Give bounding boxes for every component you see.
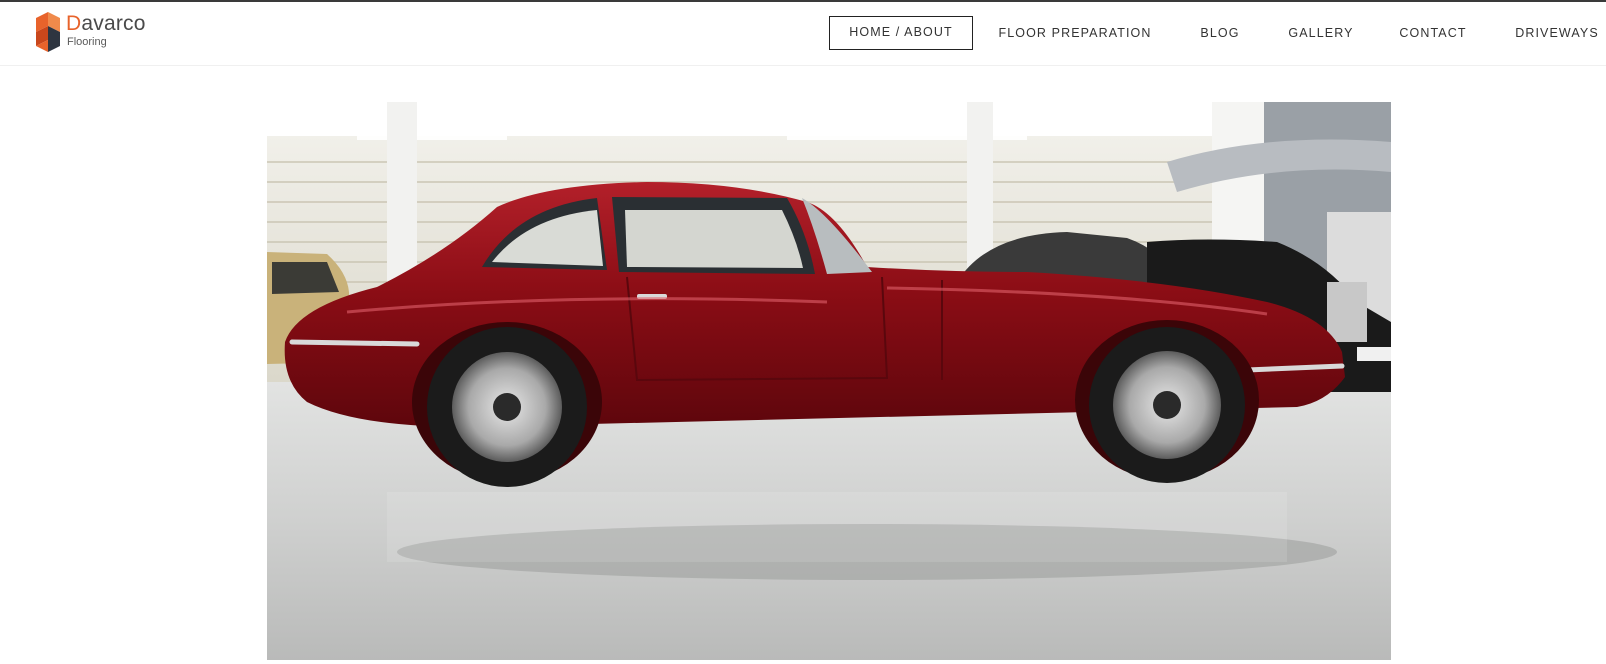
- brand-logo[interactable]: Davarco Flooring: [36, 10, 176, 54]
- rear-wheel: [427, 327, 587, 487]
- nav-blog[interactable]: BLOG: [1190, 16, 1250, 50]
- nav-home-about[interactable]: HOME / ABOUT: [829, 16, 973, 50]
- brand-name-rest: avarco: [81, 12, 146, 35]
- davarco-cube-logo-icon: [36, 12, 60, 52]
- site-header: Davarco Flooring HOME / ABOUT FLOOR PREP…: [0, 2, 1606, 66]
- nav-contact[interactable]: CONTACT: [1389, 16, 1477, 50]
- classic-car-photo: [267, 102, 1391, 660]
- front-wheel: [1089, 327, 1245, 483]
- brand-name-initial: D: [66, 12, 82, 35]
- nav-gallery[interactable]: GALLERY: [1281, 16, 1361, 50]
- brand-name: Davarco: [66, 12, 146, 36]
- brand-tagline: Flooring: [67, 36, 107, 48]
- hero-image: [267, 102, 1391, 660]
- nav-driveways[interactable]: DRIVEWAYS: [1508, 16, 1606, 50]
- nav-floor-preparation[interactable]: FLOOR PREPARATION: [995, 16, 1155, 50]
